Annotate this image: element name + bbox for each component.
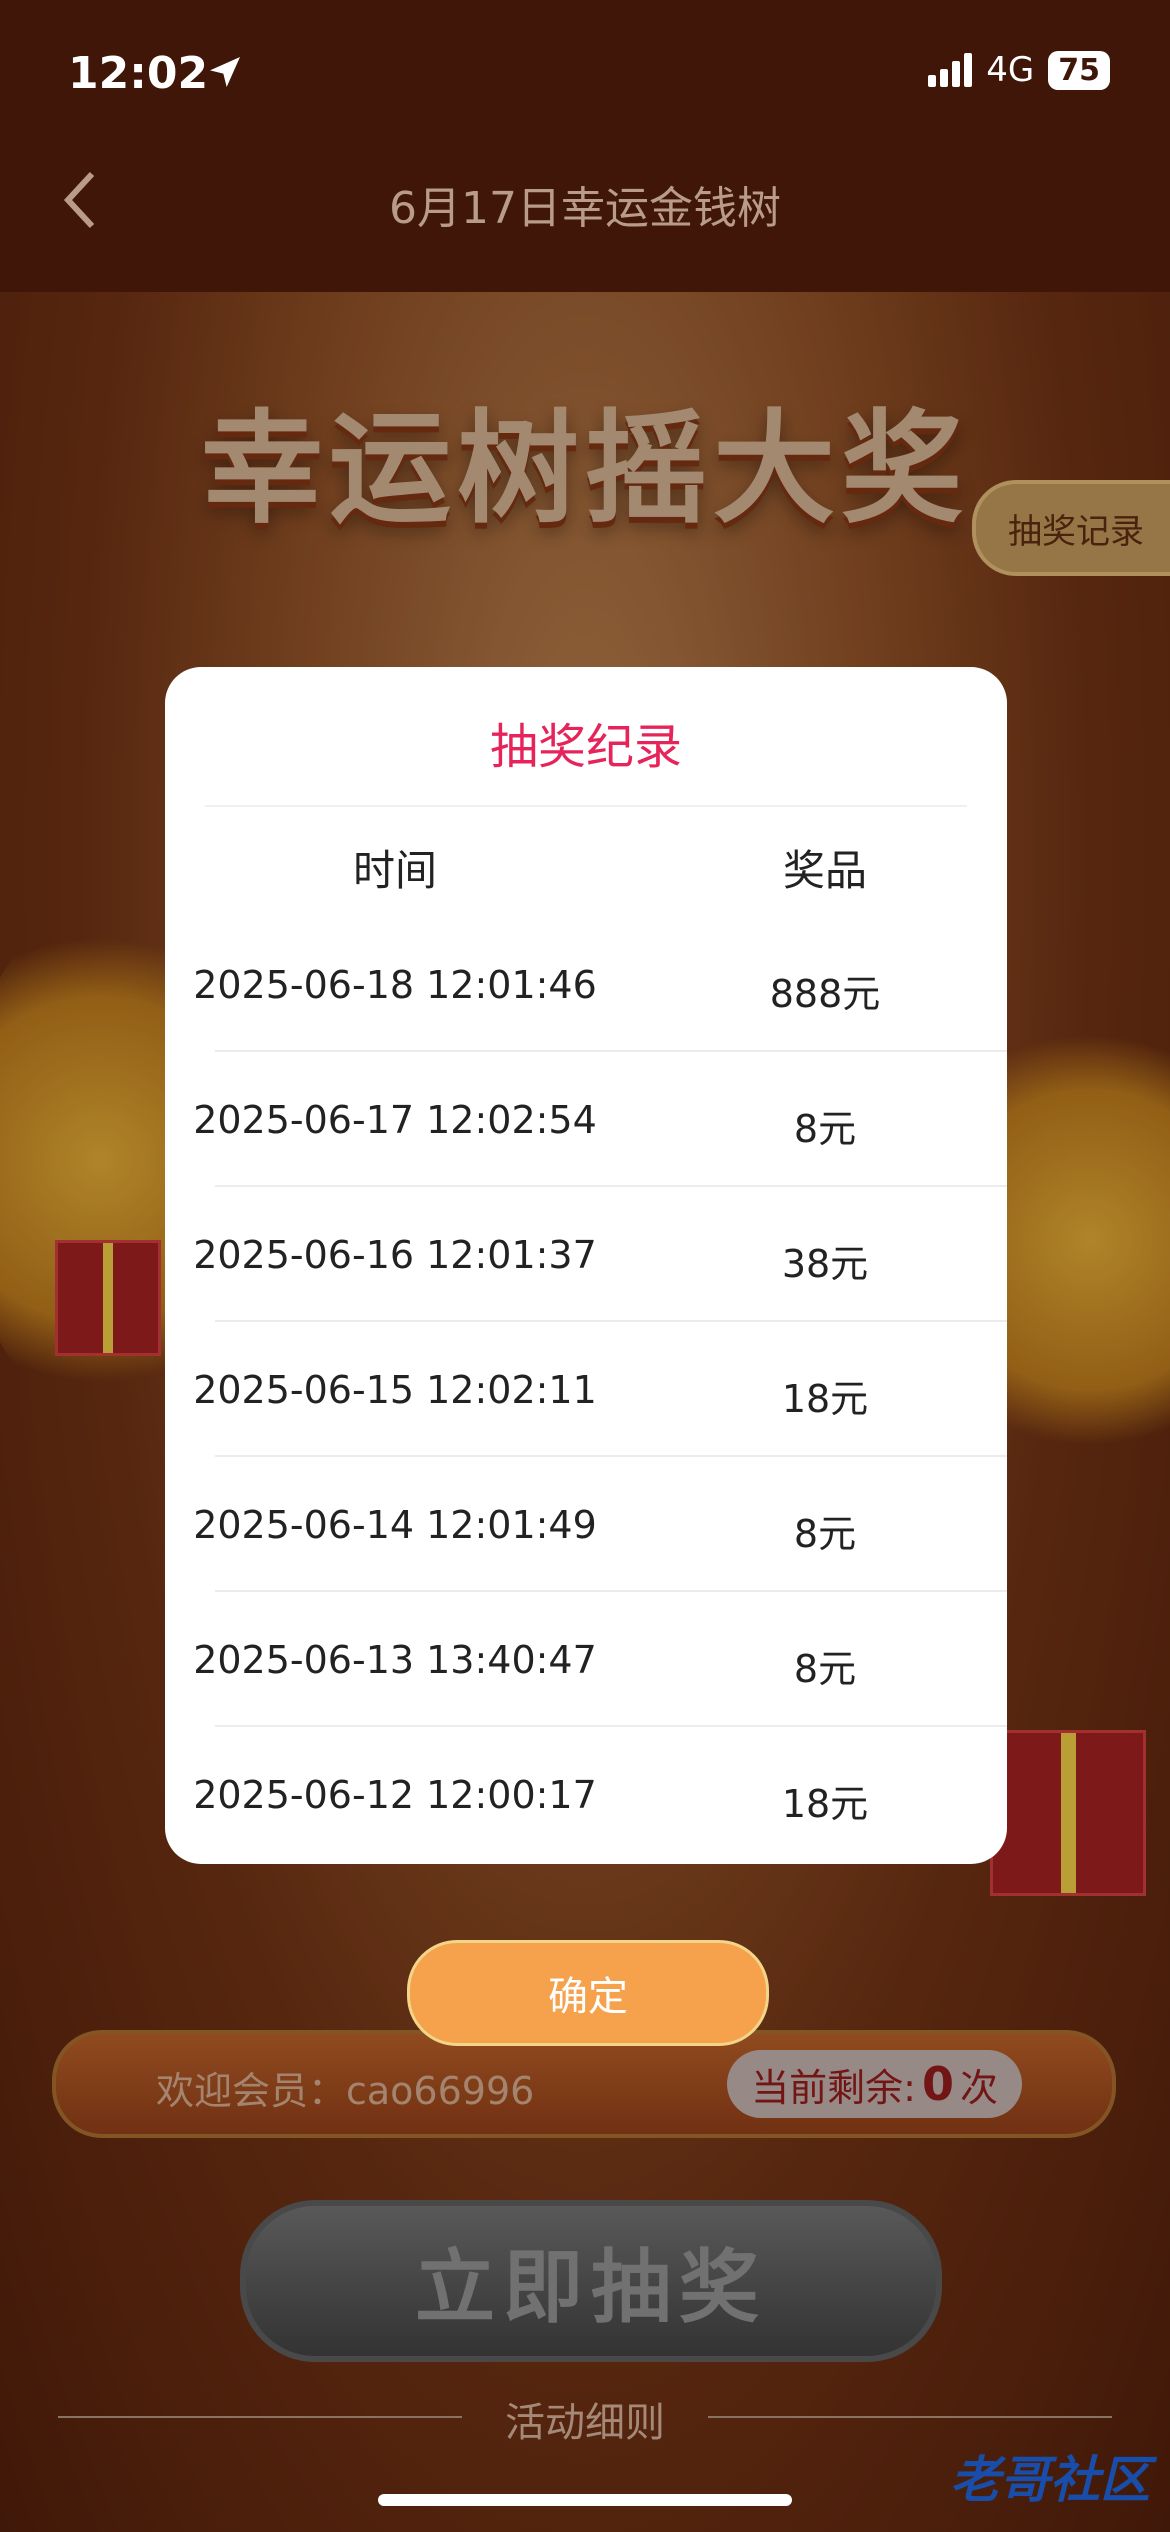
record-time: 2025-06-14 12:01:49 (193, 1503, 597, 1547)
top-bar: 12:02 4G 75 6月17日幸运金钱树 (0, 0, 1170, 292)
location-arrow-icon (210, 57, 240, 87)
status-time: 12:02 (68, 48, 209, 99)
column-header-time: 时间 (352, 846, 437, 895)
record-row: 2025-06-16 12:01:37 38元 (165, 1187, 1007, 1322)
battery-icon: 75 (1048, 50, 1110, 90)
record-row: 2025-06-17 12:02:54 8元 (165, 1052, 1007, 1187)
record-time: 2025-06-12 12:00:17 (193, 1773, 597, 1817)
record-prize: 8元 (793, 1512, 857, 1556)
status-indicators: 4G 75 (928, 50, 1110, 90)
record-row: 2025-06-12 12:00:17 18元 (165, 1727, 1007, 1862)
record-time: 2025-06-17 12:02:54 (193, 1098, 597, 1142)
record-row: 2025-06-15 12:02:11 18元 (165, 1322, 1007, 1457)
dialog-divider (205, 805, 967, 807)
record-prize: 18元 (781, 1782, 869, 1826)
signal-icon (928, 53, 973, 87)
record-prize: 888元 (769, 972, 881, 1016)
column-header-prize: 奖品 (782, 846, 867, 895)
lottery-record-dialog: 抽奖纪录 时间 奖品 2025-06-18 12:01:46 888元 2025… (165, 667, 1007, 1864)
record-time: 2025-06-15 12:02:11 (193, 1368, 597, 1412)
confirm-button[interactable]: 确定 (407, 1940, 769, 2046)
record-row: 2025-06-18 12:01:46 888元 (165, 917, 1007, 1052)
dialog-title: 抽奖纪录 (489, 719, 682, 775)
record-row: 2025-06-13 13:40:47 8元 (165, 1592, 1007, 1727)
record-time: 2025-06-13 13:40:47 (193, 1638, 597, 1682)
record-row: 2025-06-14 12:01:49 8元 (165, 1457, 1007, 1592)
home-indicator[interactable] (378, 2494, 792, 2506)
record-prize: 8元 (793, 1647, 857, 1691)
record-prize: 8元 (793, 1107, 857, 1151)
record-prize: 18元 (781, 1377, 869, 1421)
record-time: 2025-06-16 12:01:37 (193, 1233, 597, 1277)
record-time: 2025-06-18 12:01:46 (193, 963, 597, 1007)
record-prize: 38元 (781, 1242, 869, 1286)
network-type: 4G (986, 50, 1035, 90)
page-title: 6月17日幸运金钱树 (389, 183, 781, 234)
